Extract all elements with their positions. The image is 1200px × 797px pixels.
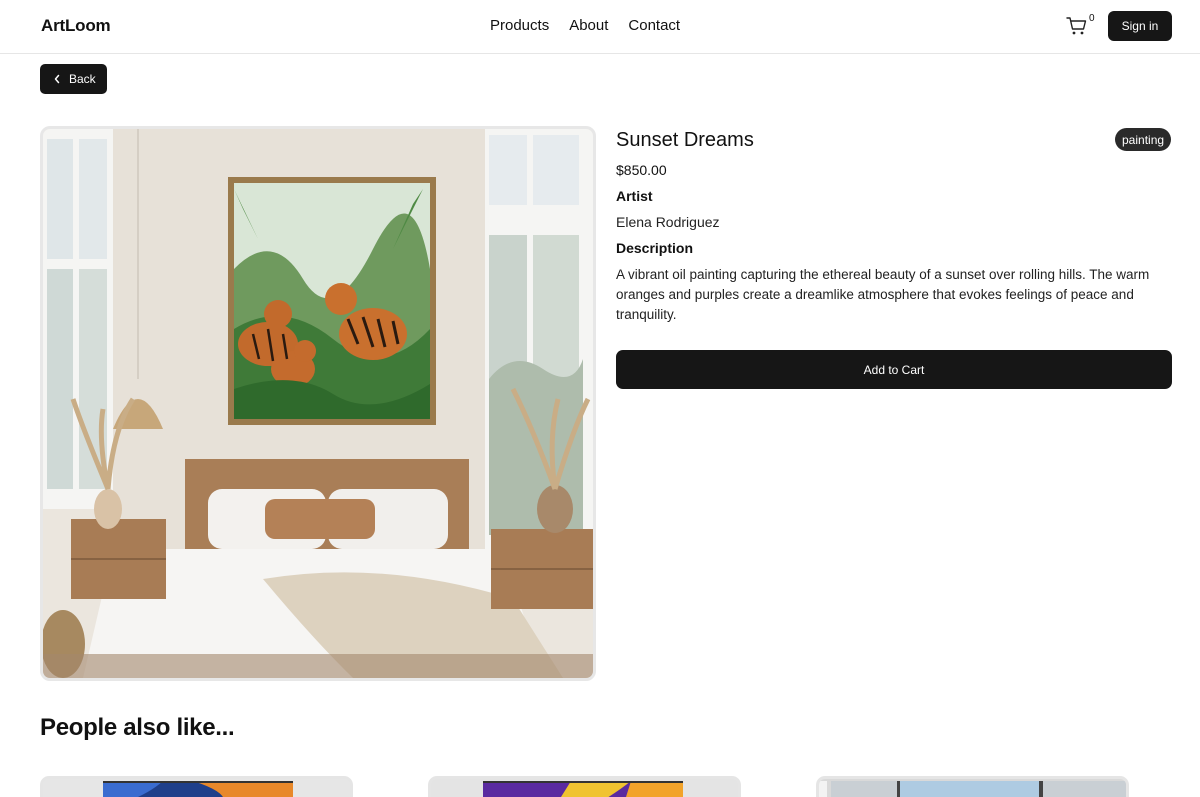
- logo[interactable]: ArtLoom: [41, 16, 111, 36]
- main-nav: Products About Contact: [490, 17, 680, 34]
- nav-contact[interactable]: Contact: [628, 17, 680, 34]
- sign-in-button[interactable]: Sign in: [1108, 11, 1172, 41]
- cart-button[interactable]: 0: [1066, 13, 1096, 38]
- recommendation-card[interactable]: [40, 776, 353, 797]
- category-badge: painting: [1115, 128, 1172, 151]
- description-label: Description: [616, 240, 694, 256]
- product-description: A vibrant oil painting capturing the eth…: [616, 267, 1150, 322]
- recommendation-image: [431, 779, 738, 797]
- nav-about[interactable]: About: [569, 17, 608, 34]
- chevron-left-icon: [54, 74, 60, 84]
- nav-products[interactable]: Products: [490, 17, 549, 34]
- back-button[interactable]: Back: [40, 64, 107, 94]
- product-title: Sunset Dreams: [616, 129, 754, 151]
- recommendation-image: [43, 779, 350, 797]
- add-to-cart-button[interactable]: Add to Cart: [616, 350, 1172, 389]
- also-like-heading: People also like...: [40, 714, 235, 741]
- artist-name: Elena Rodriguez: [616, 214, 720, 230]
- recommendation-image: [819, 779, 1126, 797]
- artist-label: Artist: [616, 188, 653, 204]
- site-header: ArtLoom Products About Contact 0 Sign in: [0, 0, 1200, 54]
- recommendation-card[interactable]: [816, 776, 1129, 797]
- back-label: Back: [69, 72, 96, 86]
- cart-count-badge: 0: [1089, 13, 1095, 24]
- cart-icon: [1066, 17, 1087, 35]
- product-price: $850.00: [616, 162, 667, 178]
- recommendation-card[interactable]: [428, 776, 741, 797]
- product-image: [40, 126, 596, 681]
